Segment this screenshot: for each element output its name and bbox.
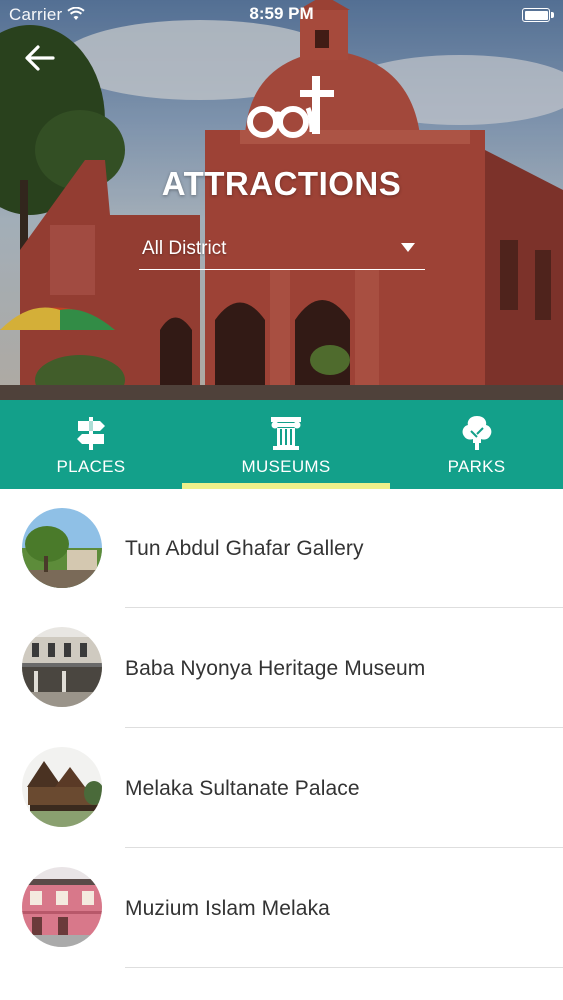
islamic-museum-thumbnail	[22, 867, 102, 947]
list-item-label: Baba Nyonya Heritage Museum	[125, 657, 426, 680]
category-tab-bar: PLACES MUSEUMS PARKS	[0, 400, 563, 489]
tab-museums[interactable]: MUSEUMS	[182, 400, 390, 489]
district-dropdown[interactable]: All District	[139, 230, 425, 270]
district-dropdown-value: All District	[142, 238, 227, 259]
heritage-museum-thumbnail	[22, 627, 102, 707]
list-item[interactable]: Muzium Islam Melaka	[0, 849, 563, 969]
gallery-thumbnail	[22, 508, 102, 588]
status-bar: Carrier 8:59 PM	[0, 0, 563, 30]
tab-places[interactable]: PLACES	[0, 400, 182, 489]
battery-level	[524, 10, 548, 20]
list-item-label: Tun Abdul Ghafar Gallery	[125, 537, 364, 560]
tab-parks-label: PARKS	[447, 457, 506, 476]
status-time: 8:59 PM	[249, 4, 314, 23]
list-item-label: Muzium Islam Melaka	[125, 897, 330, 920]
list-divider	[125, 727, 563, 728]
list-item-label: Melaka Sultanate Palace	[125, 777, 360, 800]
glasses-cross-logo-icon	[247, 76, 334, 138]
tab-museums-label: MUSEUMS	[241, 457, 331, 476]
attractions-list: Tun Abdul Ghafar Gallery Baba Nyonya Her…	[0, 489, 563, 1000]
museum-column-icon	[271, 417, 301, 450]
palace-thumbnail	[22, 747, 102, 827]
list-item[interactable]: Tun Abdul Ghafar Gallery	[0, 489, 563, 609]
list-divider	[125, 847, 563, 848]
back-arrow-icon[interactable]	[22, 40, 58, 76]
list-item[interactable]: Baba Nyonya Heritage Museum	[0, 609, 563, 729]
battery-icon	[522, 8, 554, 22]
caret-down-icon	[401, 243, 415, 252]
list-divider	[125, 967, 563, 968]
tree-icon	[462, 416, 491, 450]
list-divider	[125, 607, 563, 608]
tab-parks[interactable]: PARKS	[390, 400, 563, 489]
page-title: ATTRACTIONS	[161, 165, 402, 202]
tab-places-label: PLACES	[56, 457, 126, 476]
list-item[interactable]: Melaka Sultanate Palace	[0, 729, 563, 849]
signpost-icon	[77, 417, 105, 450]
